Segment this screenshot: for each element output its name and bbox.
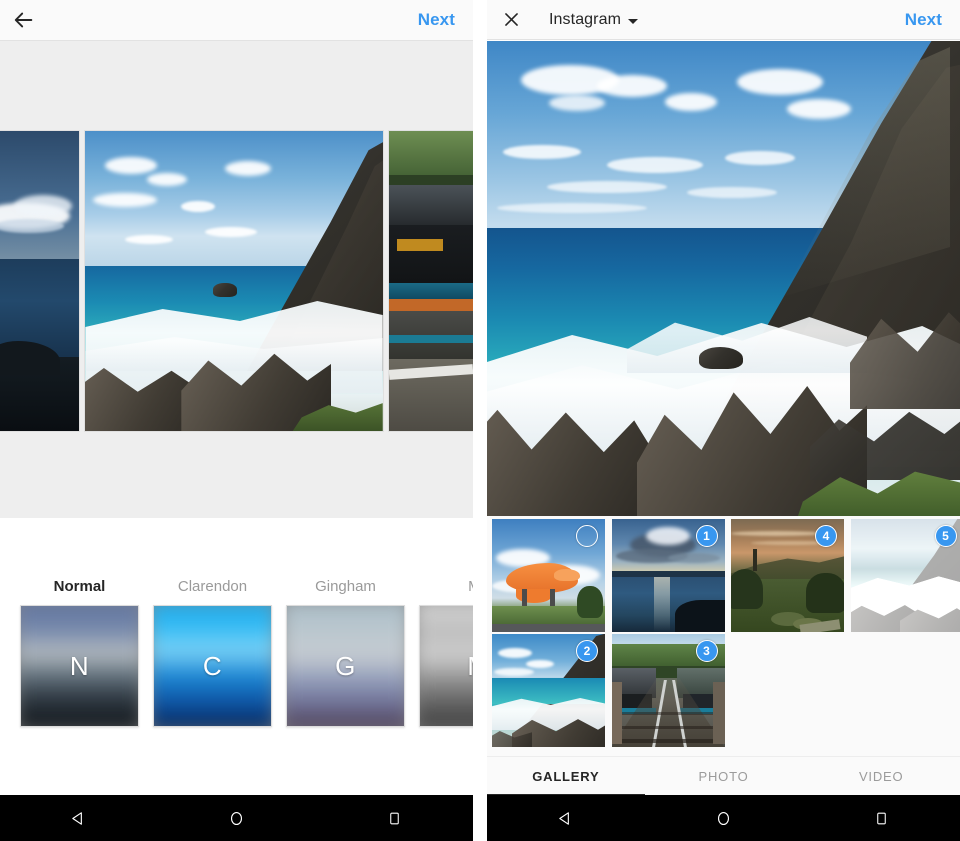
nav-recents-square-icon[interactable]	[364, 795, 424, 841]
filter-item-clarendon[interactable]: Clarendon C	[153, 578, 272, 727]
filter-item-normal[interactable]: Normal N	[20, 578, 139, 727]
selection-badge[interactable]: 5	[935, 525, 957, 547]
carousel-slide-current[interactable]	[85, 131, 382, 431]
filter-strip[interactable]: Normal N Clarendon C Gingham	[0, 518, 473, 795]
source-tabs: GALLERY PHOTO VIDEO	[487, 756, 960, 795]
filter-thumbnail[interactable]: C	[153, 605, 272, 727]
filter-letter: M	[420, 606, 473, 726]
close-x-icon[interactable]	[487, 0, 535, 40]
album-name: Instagram	[549, 11, 621, 29]
gallery-item[interactable]: 2	[492, 634, 605, 747]
gallery-item[interactable]: 5	[851, 519, 960, 632]
filter-item-moon[interactable]: Mo M	[419, 578, 473, 727]
gallery-item[interactable]	[492, 519, 605, 632]
filter-thumbnail[interactable]: M	[419, 605, 473, 727]
carousel-slide-next[interactable]	[389, 131, 473, 431]
nav-recents-square-icon[interactable]	[851, 795, 911, 841]
gallery-item[interactable]: 4	[731, 519, 844, 632]
gallery-item[interactable]: 3	[612, 634, 725, 747]
filter-letter: G	[287, 606, 404, 726]
selection-badge[interactable]: 2	[576, 640, 598, 662]
gallery-grid[interactable]: 1	[487, 516, 960, 756]
selection-badge[interactable]	[576, 525, 598, 547]
nav-home-circle-icon[interactable]	[693, 795, 753, 841]
panel-divider	[473, 0, 487, 841]
selection-badge[interactable]: 1	[696, 525, 718, 547]
left-phone-screen: Next	[0, 0, 473, 841]
filter-item-gingham[interactable]: Gingham G	[286, 578, 405, 727]
nav-back-triangle-icon[interactable]	[536, 795, 596, 841]
next-button[interactable]: Next	[418, 10, 455, 30]
right-phone-screen: Instagram Next	[487, 0, 960, 841]
filter-label: Gingham	[286, 578, 405, 595]
nav-back-triangle-icon[interactable]	[49, 795, 109, 841]
album-selector[interactable]: Instagram	[549, 11, 638, 29]
nav-home-circle-icon[interactable]	[206, 795, 266, 841]
filter-thumbnail[interactable]: G	[286, 605, 405, 727]
photo-carousel[interactable]	[0, 41, 473, 518]
next-button[interactable]: Next	[905, 10, 942, 30]
chevron-down-icon	[628, 19, 638, 24]
selection-badge[interactable]: 4	[815, 525, 837, 547]
dual-screenshot-stage: Next	[0, 0, 960, 841]
back-arrow-icon[interactable]	[0, 0, 48, 40]
selection-badge[interactable]: 3	[696, 640, 718, 662]
filter-label: Normal	[20, 578, 139, 595]
tab-photo[interactable]: PHOTO	[645, 757, 803, 796]
photo-preview[interactable]	[487, 41, 960, 516]
filter-letter: C	[154, 606, 271, 726]
android-navigation-bar	[0, 795, 473, 841]
tab-gallery[interactable]: GALLERY	[487, 757, 645, 796]
tab-video[interactable]: VIDEO	[802, 757, 960, 796]
filter-letter: N	[21, 606, 138, 726]
android-navigation-bar	[487, 795, 960, 841]
right-app-bar: Instagram Next	[487, 0, 960, 40]
left-app-bar: Next	[0, 0, 473, 41]
filter-thumbnail[interactable]: N	[20, 605, 139, 727]
filter-label: Clarendon	[153, 578, 272, 595]
carousel-slide-previous[interactable]	[0, 131, 79, 431]
filter-label: Mo	[419, 578, 473, 595]
gallery-item[interactable]: 1	[612, 519, 725, 632]
